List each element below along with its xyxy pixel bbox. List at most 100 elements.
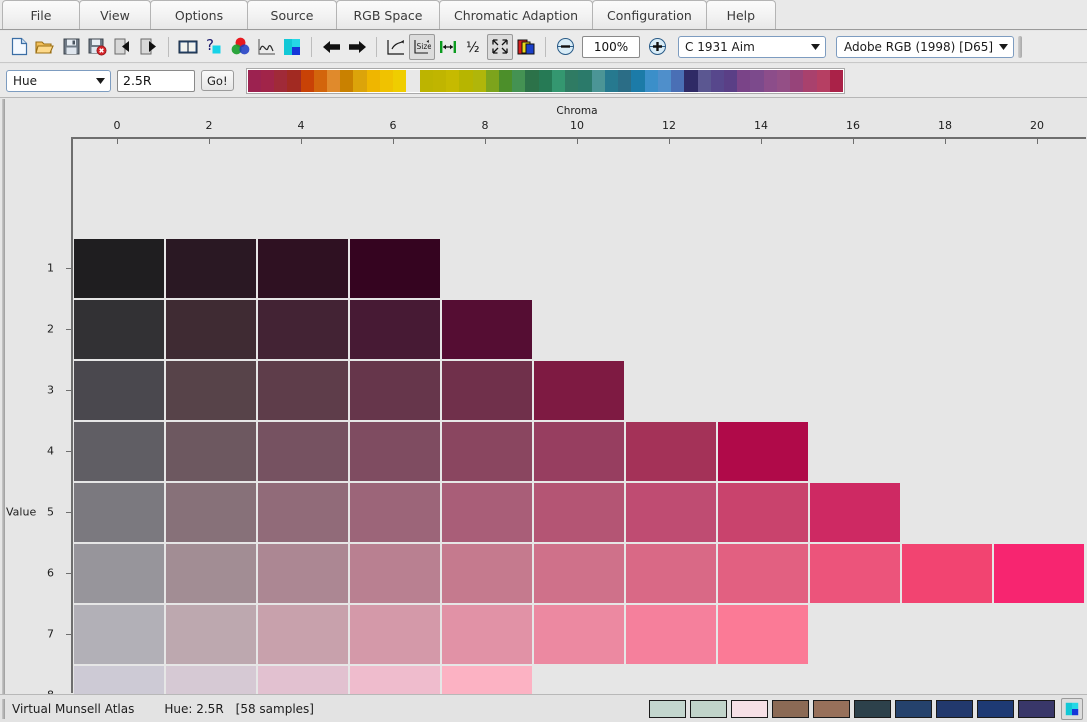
munsell-swatch[interactable]	[258, 544, 348, 603]
munsell-swatch[interactable]	[74, 300, 164, 359]
hue-strip-segment[interactable]	[300, 69, 314, 92]
hue-strip-segment[interactable]	[631, 69, 645, 92]
munsell-swatch[interactable]	[350, 239, 440, 298]
munsell-swatch[interactable]	[442, 300, 532, 359]
hue-strip-segment[interactable]	[247, 69, 261, 92]
munsell-swatch[interactable]	[74, 239, 164, 298]
new-document-icon[interactable]	[6, 34, 32, 60]
recent-color-swatch[interactable]	[1018, 699, 1055, 718]
color-blocks-icon[interactable]	[279, 34, 305, 60]
hue-mode-select[interactable]: Hue	[6, 69, 111, 92]
menu-view[interactable]: View	[79, 0, 151, 29]
hue-strip-segment[interactable]	[816, 69, 830, 92]
hue-strip-segment[interactable]	[459, 69, 473, 92]
menu-help[interactable]: Help	[705, 0, 776, 29]
recent-color-swatch[interactable]	[813, 699, 850, 718]
hue-strip-segment[interactable]	[657, 69, 672, 92]
munsell-swatch[interactable]	[902, 544, 992, 603]
munsell-swatch[interactable]	[626, 422, 716, 481]
hue-strip-segment[interactable]	[538, 69, 552, 92]
hue-strip-segment[interactable]	[750, 69, 764, 92]
munsell-swatch[interactable]	[258, 422, 348, 481]
rgb-space-select[interactable]: Adobe RGB (1998) [D65]	[836, 35, 1014, 58]
hue-strip-segment[interactable]	[710, 69, 724, 92]
munsell-swatch[interactable]	[718, 605, 808, 664]
munsell-swatch[interactable]	[626, 544, 716, 603]
munsell-swatch[interactable]	[74, 544, 164, 603]
hue-value-input[interactable]: 2.5R	[117, 69, 195, 92]
hue-strip-segment[interactable]	[644, 69, 658, 92]
munsell-swatch[interactable]	[166, 300, 256, 359]
layers-icon[interactable]	[513, 34, 539, 60]
hue-strip-segment[interactable]	[274, 69, 288, 92]
munsell-swatch[interactable]	[258, 605, 348, 664]
munsell-swatch[interactable]	[350, 483, 440, 542]
zoom-level-input[interactable]: 100%	[582, 35, 640, 58]
hue-strip-segment[interactable]	[393, 69, 407, 92]
munsell-swatch[interactable]	[718, 544, 808, 603]
munsell-swatch[interactable]	[74, 422, 164, 481]
save-delete-icon[interactable]	[84, 34, 110, 60]
hue-strip-segment[interactable]	[446, 69, 460, 92]
munsell-swatch[interactable]	[74, 483, 164, 542]
munsell-swatch[interactable]	[166, 666, 256, 694]
save-icon[interactable]	[58, 34, 84, 60]
munsell-swatch[interactable]	[626, 483, 716, 542]
munsell-swatch[interactable]	[74, 361, 164, 420]
hue-strip-segment[interactable]	[472, 69, 486, 92]
munsell-swatch[interactable]	[442, 666, 532, 694]
hue-strip-segment[interactable]	[485, 69, 500, 92]
help-question-icon[interactable]: ?	[201, 34, 227, 60]
recent-color-swatch[interactable]	[772, 699, 809, 718]
munsell-swatch[interactable]	[442, 483, 532, 542]
munsell-swatch[interactable]	[718, 483, 808, 542]
hue-strip-segment[interactable]	[340, 69, 354, 92]
hue-strip-segment[interactable]	[829, 69, 844, 92]
munsell-swatch[interactable]	[810, 483, 900, 542]
munsell-swatch[interactable]	[166, 544, 256, 603]
size-icon[interactable]: Size	[409, 33, 435, 60]
hue-strip-segment[interactable]	[737, 69, 751, 92]
munsell-swatch[interactable]	[74, 666, 164, 694]
book-icon[interactable]	[175, 34, 201, 60]
step-back-icon[interactable]	[110, 34, 136, 60]
munsell-swatch[interactable]	[534, 544, 624, 603]
munsell-swatch[interactable]	[258, 666, 348, 694]
menu-configuration[interactable]: Configuration	[592, 0, 707, 29]
color-blocks-icon[interactable]	[1061, 697, 1083, 720]
hue-strip-segment[interactable]	[578, 69, 592, 92]
munsell-swatch[interactable]	[166, 361, 256, 420]
hue-strip-segment[interactable]	[684, 69, 698, 92]
munsell-swatch[interactable]	[258, 361, 348, 420]
munsell-swatch[interactable]	[534, 422, 624, 481]
munsell-swatch[interactable]	[258, 239, 348, 298]
hue-strip-segment[interactable]	[366, 69, 380, 92]
menu-file[interactable]: File	[2, 0, 80, 29]
hue-strip-segment[interactable]	[419, 69, 433, 92]
zoom-out-icon[interactable]	[552, 34, 578, 60]
munsell-swatch[interactable]	[534, 483, 624, 542]
munsell-swatch[interactable]	[350, 361, 440, 420]
hue-strip-segment[interactable]	[406, 69, 420, 92]
zoom-in-icon[interactable]	[644, 34, 670, 60]
hue-strip-segment[interactable]	[379, 69, 394, 92]
munsell-swatch[interactable]	[442, 605, 532, 664]
munsell-swatch[interactable]	[350, 605, 440, 664]
hue-spectrum-strip[interactable]	[245, 67, 846, 94]
menu-options[interactable]: Options	[150, 0, 248, 29]
hue-strip-segment[interactable]	[763, 69, 777, 92]
hue-strip-segment[interactable]	[790, 69, 804, 92]
go-button[interactable]: Go!	[201, 70, 234, 91]
recent-color-swatch[interactable]	[977, 699, 1014, 718]
color-wheel-icon[interactable]	[227, 34, 253, 60]
munsell-swatch[interactable]	[350, 666, 440, 694]
hue-strip-segment[interactable]	[313, 69, 327, 92]
open-folder-icon[interactable]	[32, 34, 58, 60]
hue-strip-segment[interactable]	[525, 69, 539, 92]
recent-color-swatch[interactable]	[936, 699, 973, 718]
hue-strip-segment[interactable]	[697, 69, 711, 92]
half-scale-icon[interactable]: ½	[461, 34, 487, 60]
recent-color-swatch[interactable]	[690, 699, 727, 718]
recent-color-swatch[interactable]	[649, 699, 686, 718]
munsell-swatch[interactable]	[718, 422, 808, 481]
